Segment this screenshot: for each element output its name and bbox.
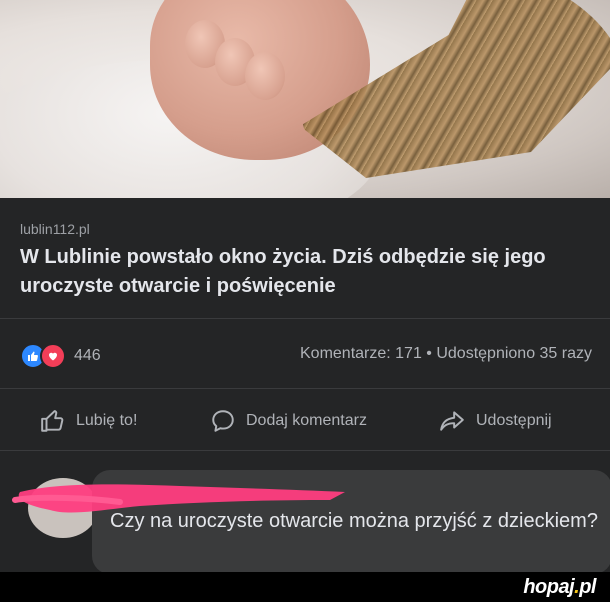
post-photo[interactable] — [0, 0, 610, 198]
thumbs-up-icon — [41, 410, 64, 432]
comment-button[interactable]: Dodaj komentarz — [210, 408, 367, 434]
watermark-tld: pl — [579, 576, 596, 598]
love-reaction-icon — [40, 343, 66, 369]
reaction-count: 446 — [74, 347, 101, 364]
comment-label: Dodaj komentarz — [246, 412, 367, 429]
divider — [0, 318, 610, 319]
action-bar: Lubię to! Dodaj komentarz Udostępnij — [0, 398, 610, 444]
link-headline[interactable]: W Lublinie powstało okno życia. Dziś odb… — [20, 243, 590, 301]
share-arrow-icon — [440, 411, 464, 431]
toe — [245, 52, 285, 100]
link-source[interactable]: lublin112.pl — [20, 221, 90, 237]
like-label: Lubię to! — [76, 412, 138, 429]
share-label: Udostępnij — [476, 412, 552, 429]
name-redaction-scribble — [12, 484, 345, 513]
site-watermark: hopaj.pl — [523, 576, 596, 599]
like-button[interactable]: Lubię to! — [40, 408, 137, 434]
divider — [0, 450, 610, 451]
post-stats[interactable]: Komentarze: 171 • Udostępniono 35 razy — [300, 345, 592, 363]
speech-bubble-icon — [212, 410, 234, 432]
watermark-text: hopaj — [523, 576, 575, 598]
share-button[interactable]: Udostępnij — [438, 408, 552, 434]
reactions-summary[interactable]: 446 — [20, 343, 101, 369]
divider — [0, 388, 610, 389]
watermark-bar — [0, 572, 610, 602]
